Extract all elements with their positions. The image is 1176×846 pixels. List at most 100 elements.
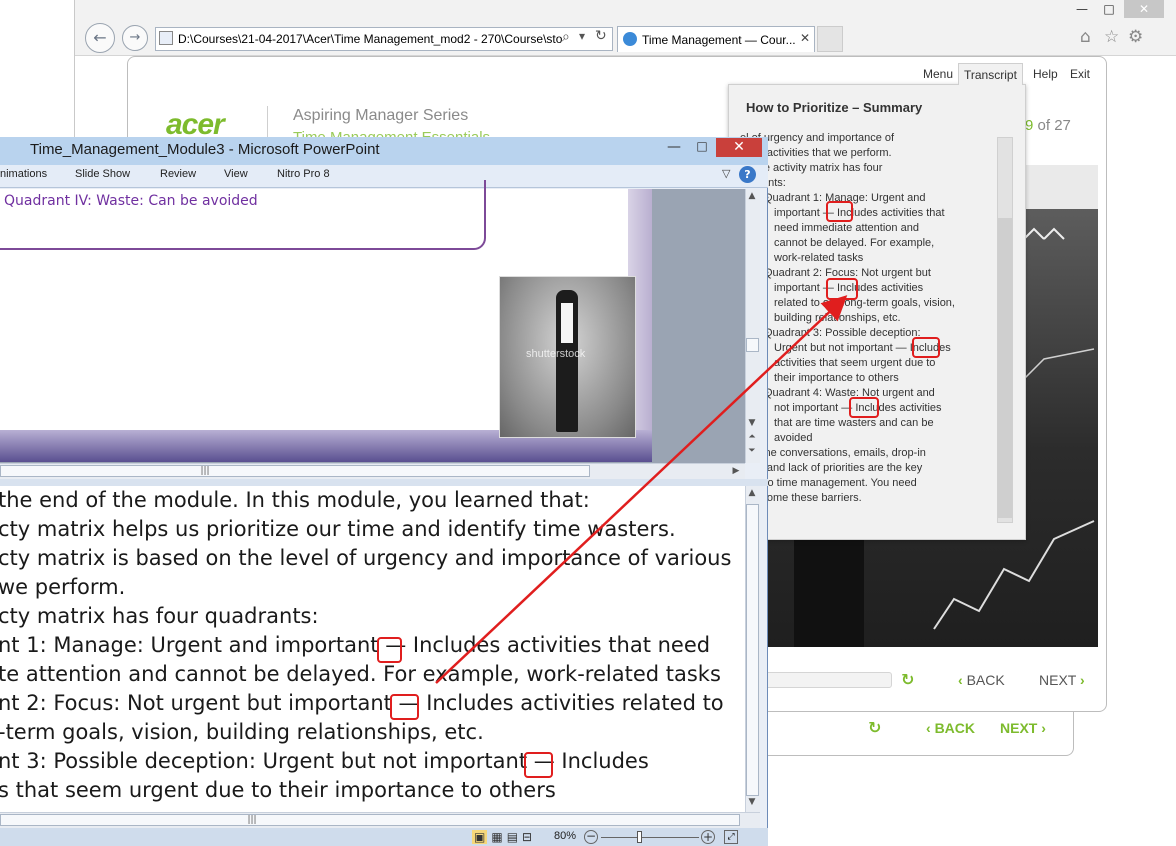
- grip-icon-notes: |||: [247, 815, 257, 825]
- highlight-dash-notes-1: [377, 637, 402, 663]
- next-button-outer[interactable]: NEXT ›: [1000, 720, 1046, 736]
- notes-scroll-thumb[interactable]: [746, 504, 759, 796]
- transcript-tab[interactable]: Transcript: [958, 63, 1023, 85]
- next-slide-icon[interactable]: ⏷: [745, 446, 759, 456]
- notes-line: cty matrix has four quadrants:: [0, 604, 319, 628]
- ie-icon: [623, 32, 637, 46]
- zoom-out-icon[interactable]: −: [584, 830, 598, 844]
- transcript-line: important — Includes activities: [774, 282, 924, 294]
- ribbon-tab-slideshow[interactable]: Slide Show: [75, 168, 130, 180]
- zoom-slider-thumb[interactable]: [637, 831, 642, 843]
- forward-icon[interactable]: →: [122, 25, 148, 51]
- ppt-close-button[interactable]: ✕: [716, 138, 762, 157]
- transcript-line: building relationships, etc.: [774, 312, 901, 324]
- ribbon-tab-animations[interactable]: nimations: [0, 168, 47, 180]
- ribbon-tab-review[interactable]: Review: [160, 168, 196, 180]
- zoom-level[interactable]: 80%: [554, 830, 576, 842]
- back-label: BACK: [966, 672, 1005, 688]
- next-arrow-icon: ›: [1041, 720, 1046, 736]
- slide-text[interactable]: Quadrant IV: Waste: Can be avoided: [4, 193, 258, 209]
- progress-bar: [764, 672, 892, 688]
- slide-sorter-icon[interactable]: ▦: [491, 830, 502, 844]
- scroll-down-icon[interactable]: ▼: [745, 418, 759, 428]
- transcript-scroll-thumb[interactable]: [998, 218, 1012, 518]
- highlight-dash-notes-3: [524, 752, 553, 778]
- ppt-title: Time_Management_Module3 - Microsoft Powe…: [30, 141, 380, 158]
- ppt-maximize-button[interactable]: □: [688, 139, 716, 157]
- fit-to-window-icon[interactable]: ⤢: [724, 830, 738, 844]
- notes-line: -term goals, vision, building relationsh…: [0, 720, 484, 744]
- exit-tab[interactable]: Exit: [1065, 63, 1095, 85]
- tab-close-icon[interactable]: ✕: [800, 31, 810, 45]
- back-label: BACK: [934, 720, 976, 736]
- slideshow-view-icon[interactable]: ⊟: [522, 830, 532, 844]
- settings-icon[interactable]: ⚙: [1128, 27, 1143, 47]
- normal-view-icon[interactable]: ▣: [472, 830, 488, 844]
- ribbon-tab-nitro[interactable]: Nitro Pro 8: [277, 168, 330, 180]
- search-icon[interactable]: ⌕: [562, 29, 570, 45]
- view-buttons: ▣ ▦ ▤ ⊟: [472, 830, 532, 844]
- address-bar[interactable]: D:\Courses\21-04-2017\Acer\Time Manageme…: [155, 27, 613, 51]
- transcript-line: Quadrant 1: Manage: Urgent and: [740, 191, 992, 206]
- transcript-line: cannot be delayed. For example,: [774, 237, 935, 249]
- transcript-line: e time activity matrix has four: [740, 162, 883, 174]
- scroll-right-icon[interactable]: ▶: [729, 466, 743, 476]
- slide-textbox-border: [0, 180, 486, 250]
- notes-line: te attention and cannot be delayed. For …: [0, 662, 721, 686]
- next-label: NEXT: [1039, 672, 1077, 688]
- notes-line: cty matrix helps us prioritize our time …: [0, 517, 676, 541]
- tab-title: Time Management — Cour...: [642, 33, 796, 47]
- replay-icon-outer[interactable]: ↻: [868, 718, 881, 737]
- next-button[interactable]: NEXT ›: [1039, 672, 1085, 688]
- transcript-text: el of urgency and importance of rious act…: [740, 131, 992, 523]
- help-icon[interactable]: ?: [739, 166, 756, 183]
- refresh-icon[interactable]: ↻: [595, 28, 607, 44]
- next-arrow-icon: ›: [1079, 672, 1085, 688]
- notes-scroll-up-icon[interactable]: ▲: [745, 488, 759, 498]
- back-arrow-icon: ‹: [926, 720, 931, 736]
- browser-minimize-button[interactable]: —: [1068, 0, 1096, 18]
- back-icon[interactable]: ←: [85, 23, 115, 53]
- transcript-line: Quadrant 3: Possible deception:: [740, 326, 992, 341]
- back-button-outer[interactable]: ‹ BACK: [926, 720, 975, 736]
- pane-splitter[interactable]: [0, 479, 768, 486]
- transcript-line: activities that seem urgent due to: [774, 357, 936, 369]
- new-tab-button[interactable]: [817, 26, 843, 52]
- slide-scroll-thumb[interactable]: [746, 338, 759, 352]
- notes-line: the end of the module. In this module, y…: [0, 488, 590, 512]
- notes-pane[interactable]: the end of the module. In this module, y…: [0, 486, 745, 812]
- back-button[interactable]: ‹ BACK: [958, 672, 1005, 688]
- ppt-minimize-button[interactable]: —: [660, 139, 688, 157]
- ribbon-collapse-icon[interactable]: ▽: [722, 167, 730, 180]
- scroll-up-icon[interactable]: ▲: [745, 191, 759, 201]
- home-icon[interactable]: ⌂: [1080, 27, 1091, 47]
- zoom-slider[interactable]: [601, 837, 699, 838]
- zoom-in-icon[interactable]: +: [701, 830, 715, 844]
- transcript-line: related to our long-term goals, vision,: [774, 297, 955, 309]
- highlight-dash-transcript-2: [826, 278, 858, 300]
- highlight-dash-transcript-3: [912, 337, 940, 358]
- browser-close-button[interactable]: ✕: [1124, 0, 1164, 18]
- transcript-line: overcome these barriers.: [740, 492, 862, 504]
- course-series: Aspiring Manager Series: [293, 107, 469, 124]
- notes-hscroll-thumb[interactable]: [0, 814, 740, 826]
- replay-icon[interactable]: ↻: [901, 670, 914, 689]
- ribbon-tab-view[interactable]: View: [224, 168, 248, 180]
- notes-line: nt 3: Possible deception: Urgent but not…: [0, 749, 649, 773]
- highlight-dash-transcript-4: [849, 397, 879, 418]
- menu-tab[interactable]: Menu: [918, 63, 958, 85]
- reading-view-icon[interactable]: ▤: [507, 830, 518, 844]
- notes-scroll-down-icon[interactable]: ▼: [745, 797, 759, 807]
- help-tab[interactable]: Help: [1028, 63, 1063, 85]
- transcript-line: important — Includes activities that: [774, 207, 945, 219]
- prev-slide-icon[interactable]: ⏶: [745, 432, 759, 442]
- dropdown-icon[interactable]: ▾: [579, 29, 585, 43]
- transcript-line: rious activities that we perform.: [740, 147, 892, 159]
- favorites-icon[interactable]: ☆: [1104, 27, 1119, 47]
- browser-maximize-button[interactable]: □: [1095, 0, 1123, 18]
- transcript-line: work-related tasks: [774, 252, 864, 264]
- browser-tab[interactable]: Time Management — Cour...: [617, 26, 815, 52]
- transcript-line: riers to time management. You need: [740, 477, 917, 489]
- transcript-line: Urgent but not important — Includes: [774, 342, 951, 354]
- slide-hscroll-thumb[interactable]: [0, 465, 590, 477]
